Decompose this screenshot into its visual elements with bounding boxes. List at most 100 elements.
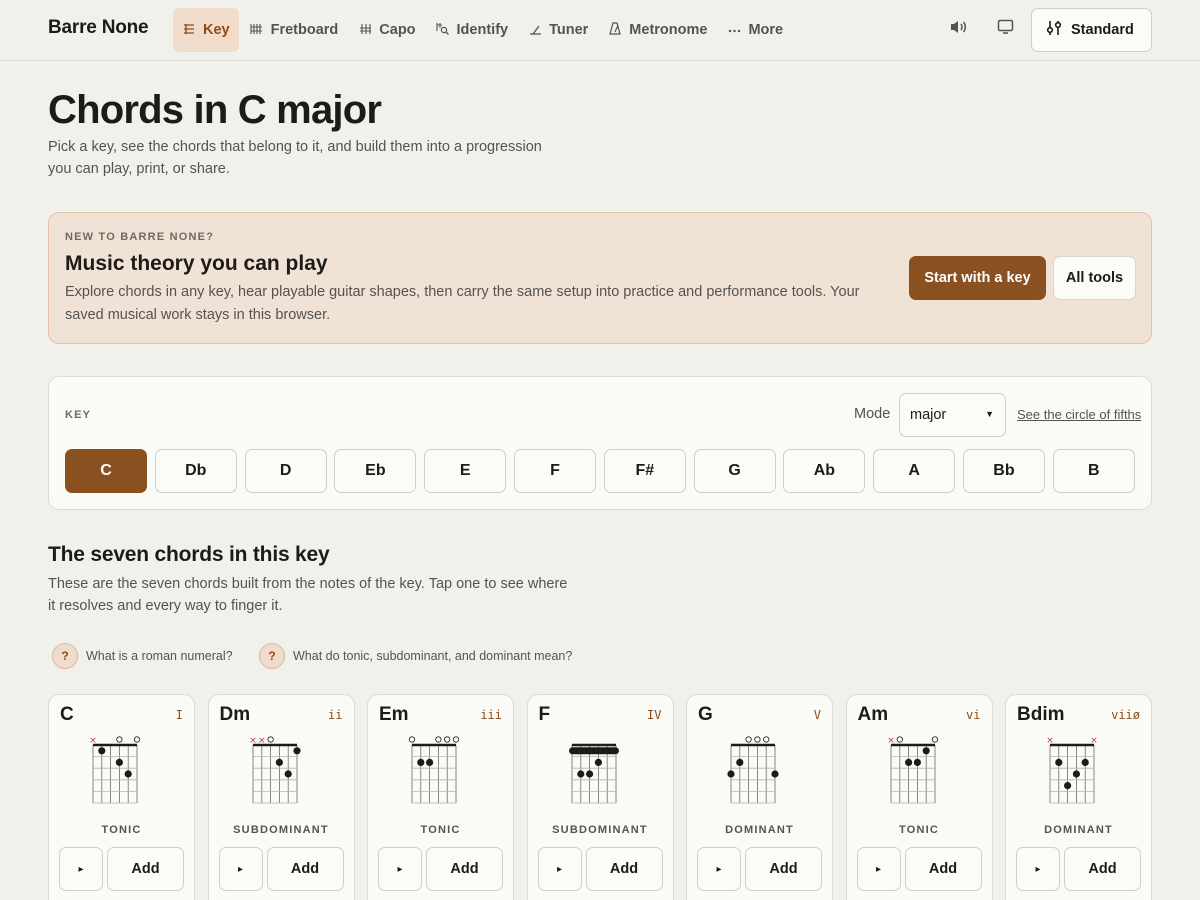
identify-icon (436, 22, 450, 38)
nav-item-tuner[interactable]: Tuner (519, 8, 597, 52)
play-icon: ▸ (237, 863, 244, 875)
play-chord-button[interactable]: ▸ (378, 847, 422, 891)
add-chord-button[interactable]: Add (1064, 847, 1141, 891)
svg-text:×: × (249, 736, 257, 746)
key-button[interactable]: E (424, 449, 507, 493)
chord-name: Bdim (1017, 704, 1065, 725)
roman-numeral-help[interactable]: ? What is a roman numeral? (52, 643, 233, 669)
nav-item-label: Tuner (549, 22, 589, 38)
play-chord-button[interactable]: ▸ (218, 847, 263, 891)
function-help[interactable]: ? What do tonic, subdominant, and domina… (259, 643, 572, 669)
play-icon: ▸ (1035, 863, 1041, 875)
chord-card[interactable]: Am vi × TONIC ▸ Add (845, 694, 993, 900)
play-chord-button[interactable]: ▸ (856, 847, 901, 891)
nav-item-metronome[interactable]: Metronome (599, 8, 716, 52)
harmonic-function: SUBDOMINANT (233, 824, 329, 836)
metronome-icon (608, 22, 622, 38)
key-button[interactable]: B (1052, 449, 1135, 493)
chord-diagram: × (877, 733, 965, 809)
harmonic-function: TONIC (420, 824, 461, 836)
key-button[interactable]: Bb (962, 449, 1045, 493)
nav-item-fretboard[interactable]: Fretboard (241, 8, 348, 52)
key-button[interactable]: C (65, 449, 147, 493)
chord-diagram: × (79, 733, 167, 809)
all-tools-button[interactable]: All tools (1053, 256, 1136, 300)
harmonic-function: TONIC (101, 824, 142, 836)
brand-logo[interactable]: Barre None (48, 17, 149, 39)
mode-value: major (910, 407, 947, 423)
tuner-icon (528, 23, 542, 38)
mode-select[interactable]: major ▼ (899, 393, 1006, 437)
key-buttons: C Db D Eb E F F# G Ab A Bb B (65, 449, 1143, 493)
chord-name: C (60, 704, 74, 725)
chord-card[interactable]: F IV SUBDOMINANT ▸ Add (526, 694, 674, 900)
chord-card[interactable]: G V DOMINANT ▸ Add (686, 694, 833, 900)
chord-name: Em (379, 704, 409, 725)
key-picker: KEY Mode major ▼ See the circle of fifth… (48, 376, 1152, 510)
chord-card[interactable]: Bdim viiø × × DOMINANT ▸ Add (1005, 694, 1152, 900)
roman-numeral: viiø (1111, 708, 1140, 722)
roman-numeral: vi (966, 708, 981, 722)
nav-item-label: Fretboard (270, 22, 339, 38)
start-with-key-button[interactable]: Start with a key (909, 256, 1046, 300)
svg-text:×: × (89, 736, 97, 746)
play-chord-button[interactable]: ▸ (59, 847, 103, 891)
play-chord-button[interactable]: ▸ (1016, 847, 1060, 891)
display-mode-button[interactable] (993, 17, 1017, 41)
key-icon (182, 23, 196, 38)
key-button[interactable]: F# (603, 449, 686, 493)
play-chord-button[interactable]: ▸ (537, 847, 582, 891)
tuning-button[interactable]: Standard (1031, 8, 1152, 52)
key-label: KEY (65, 409, 92, 421)
question-icon: ? (52, 643, 78, 669)
chord-diagram (717, 733, 805, 809)
key-button[interactable]: Eb (334, 449, 417, 493)
nav-item-identify[interactable]: Identify (427, 8, 518, 52)
svg-text:×: × (1090, 736, 1098, 746)
add-chord-button[interactable]: Add (266, 847, 344, 891)
play-icon: ▸ (875, 863, 882, 875)
mode-label: Mode (854, 406, 891, 422)
tuning-label: Standard (1071, 22, 1134, 38)
help-label: What do tonic, subdominant, and dominant… (293, 649, 573, 663)
play-icon: ▸ (556, 863, 563, 875)
circle-of-fifths-link[interactable]: See the circle of fifths (1017, 407, 1141, 422)
chord-card[interactable]: Em iii TONIC ▸ Add (367, 694, 514, 900)
play-icon: ▸ (397, 863, 403, 875)
chords-section-title: The seven chords in this key (48, 543, 330, 566)
chord-diagram: × × (1036, 733, 1124, 809)
roman-numeral: I (175, 708, 183, 722)
monitor-icon (997, 19, 1014, 39)
fretboard-icon (250, 23, 264, 38)
key-button[interactable]: A (873, 449, 956, 493)
nav-item-capo[interactable]: Capo (349, 8, 424, 52)
key-button[interactable]: Ab (783, 449, 866, 493)
help-label: What is a roman numeral? (86, 649, 233, 663)
add-chord-button[interactable]: Add (426, 847, 503, 891)
intro-body: Explore chords in any key, hear playable… (65, 284, 860, 323)
nav-item-key[interactable]: Key (173, 8, 239, 52)
key-button[interactable]: F (513, 449, 596, 493)
play-chord-button[interactable]: ▸ (697, 847, 741, 891)
key-button[interactable]: Db (154, 449, 237, 493)
add-chord-button[interactable]: Add (107, 847, 184, 891)
key-button[interactable]: D (244, 449, 327, 493)
roman-numeral: V (813, 708, 821, 722)
page-title: Chords in C major (48, 88, 382, 132)
key-button[interactable]: G (693, 449, 776, 493)
chord-card[interactable]: C I × TONIC ▸ Add (48, 694, 195, 900)
main-nav: Key Fretboard Capo Identify Tuner Metron (173, 8, 794, 52)
roman-numeral: ii (328, 708, 343, 722)
add-chord-button[interactable]: Add (745, 847, 822, 891)
add-chord-button[interactable]: Add (585, 847, 663, 891)
chord-diagram (398, 733, 486, 809)
add-chord-button[interactable]: Add (904, 847, 982, 891)
play-icon: ▸ (78, 863, 84, 875)
roman-numeral: iii (480, 708, 502, 722)
chord-card[interactable]: Dm ii × × SUBDOMINANT ▸ Add (207, 694, 355, 900)
chord-cards: C I × TONIC ▸ Add Dm ii × × SUBDOMINANT ▸ Add Em iii TO… (48, 694, 1165, 900)
chord-name: F (538, 704, 551, 725)
nav-item-more[interactable]: More (718, 8, 792, 52)
nav-item-label: Capo (379, 22, 416, 38)
sound-toggle[interactable] (946, 17, 970, 41)
